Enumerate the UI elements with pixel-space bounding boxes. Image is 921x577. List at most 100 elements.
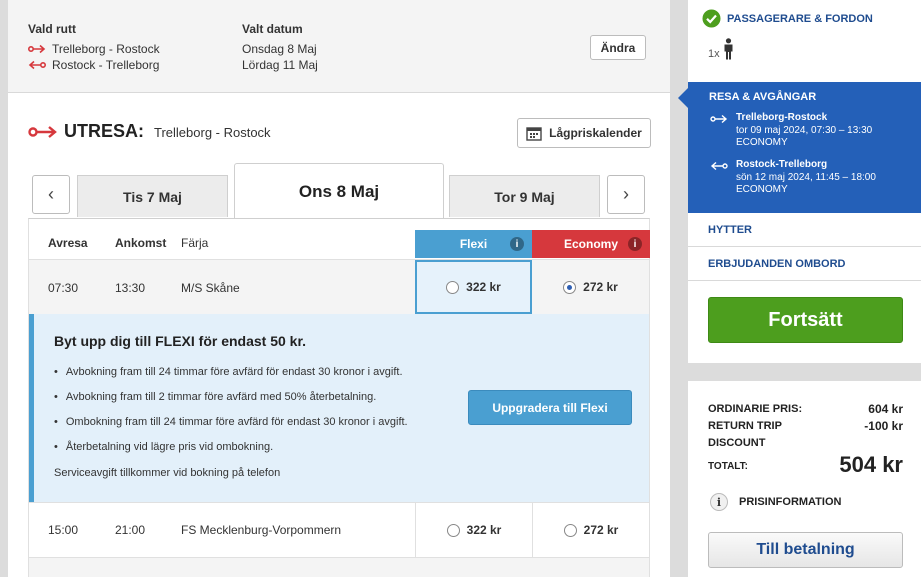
economy-price-option[interactable]: 272 kr [532, 503, 649, 557]
tab-active-day[interactable]: Ons 8 Maj [234, 163, 444, 219]
radio-icon[interactable] [446, 280, 460, 294]
flexi-upgrade-promo: Byt upp dig till FLEXI för endast 50 kr.… [29, 314, 649, 502]
promo-bullet: Avbokning fram till 2 timmar före avfärd… [54, 391, 376, 403]
radio-icon[interactable] [446, 523, 460, 537]
info-icon[interactable]: i [510, 237, 524, 251]
tab-prev-day[interactable]: Tis 7 Maj [77, 175, 228, 217]
total-label: TOTALT: [708, 461, 748, 472]
passenger-count: 1x [708, 38, 734, 60]
departures-table: Avresa Ankomst Färja Flexi i Economy i 0… [28, 218, 650, 577]
price-summary: ORDINARIE PRIS: 604 kr RETURN TRIP -100 … [688, 381, 921, 577]
return-arrow-icon [28, 60, 46, 70]
step-passengers[interactable]: PASSAGERARE & FORDON 1x [688, 9, 921, 69]
divider [688, 280, 921, 281]
low-price-calendar-button[interactable]: Lågpriskalender [517, 118, 651, 148]
selection-summary: Vald rutt Trelleborg - Rostock Rostock -… [8, 0, 670, 93]
chevron-right-icon: › [623, 184, 629, 204]
return-arrow-icon [710, 161, 728, 171]
next-day-button[interactable]: › [607, 175, 645, 214]
change-button[interactable]: Ändra [590, 35, 646, 60]
check-icon [702, 9, 721, 28]
ordinary-price-value: 604 kr [868, 402, 903, 416]
route-back-line: Rostock - Trelleborg [28, 58, 159, 72]
info-icon: i [710, 493, 728, 511]
step-trip-departures[interactable]: RESA & AVGÅNGAR Trelleborg-Rostock tor 0… [678, 82, 921, 213]
outbound-arrow-icon [28, 125, 57, 138]
table-row[interactable]: 07:30 13:30 M/S Skåne 322 kr 272 kr [29, 259, 649, 314]
date-out-text: Onsdag 8 Maj [242, 42, 317, 56]
flexi-price: 322 kr [466, 523, 502, 537]
passengers-heading: PASSAGERARE & FORDON [702, 9, 873, 28]
row-ferry: FS Mecklenburg-Vorpommern [181, 523, 342, 537]
header-ferry: Färja [181, 236, 209, 250]
leg-out-fare: ECONOMY [736, 137, 788, 148]
route-back-text: Rostock - Trelleborg [52, 58, 160, 72]
economy-price: 272 kr [583, 523, 619, 537]
continue-button[interactable]: Fortsätt [708, 297, 903, 343]
passengers-title: PASSAGERARE & FORDON [727, 12, 873, 25]
flexi-label: Flexi [459, 237, 488, 251]
row-depart: 15:00 [48, 523, 79, 537]
radio-icon[interactable] [563, 523, 577, 537]
divider [688, 246, 921, 247]
flexi-price-option[interactable]: 322 kr [415, 503, 532, 557]
date-back-text: Lördag 11 Maj [242, 58, 318, 72]
chevron-left-icon: ‹ [48, 184, 54, 204]
header-arrive: Ankomst [115, 236, 167, 250]
promo-bullet: Avbokning fram till 24 timmar före avfär… [54, 366, 403, 378]
flexi-price: 322 kr [466, 280, 501, 294]
header-depart: Avresa [48, 236, 88, 250]
price-info-link[interactable]: i PRISINFORMATION [710, 493, 841, 511]
row-depart: 07:30 [48, 281, 79, 295]
promo-title: Byt upp dig till FLEXI för endast 50 kr. [54, 333, 307, 349]
economy-price-option[interactable]: 272 kr [532, 260, 649, 314]
leg-back: Rostock-Trelleborg sön 12 maj 2024, 11:4… [710, 159, 876, 197]
tab-next-day[interactable]: Tor 9 Maj [449, 175, 600, 217]
prev-day-button[interactable]: ‹ [32, 175, 70, 214]
row-arrive: 21:00 [115, 523, 146, 537]
outbound-heading: UTRESA: Trelleborg - Rostock [28, 121, 271, 142]
outbound-arrow-icon [710, 114, 728, 124]
table-row[interactable]: 15:00 21:00 FS Mecklenburg-Vorpommern 32… [29, 502, 649, 557]
promo-bullet: Ombokning fram till 24 timmar före avfär… [54, 416, 408, 428]
header-flexi: Flexi i [415, 230, 532, 258]
row-arrive: 13:30 [115, 281, 146, 295]
step-onboard-offers[interactable]: ERBJUDANDEN OMBORD [708, 258, 846, 270]
leg-out-route: Trelleborg-Rostock [736, 112, 828, 123]
discount-label-line2: DISCOUNT [708, 437, 766, 449]
discount-value: -100 kr [864, 419, 903, 433]
discount-label-line1: RETURN TRIP [708, 420, 782, 432]
promo-note: Serviceavgift tillkommer vid bokning på … [54, 467, 281, 479]
ordinary-price-label: ORDINARIE PRIS: [708, 403, 803, 415]
economy-price: 272 kr [583, 280, 618, 294]
price-info-label: PRISINFORMATION [739, 496, 842, 508]
outbound-label: UTRESA: [64, 121, 144, 141]
leg-out: Trelleborg-Rostock tor 09 maj 2024, 07:3… [710, 112, 872, 150]
calendar-label: Lågpriskalender [549, 126, 642, 140]
upgrade-flexi-button[interactable]: Uppgradera till Flexi [468, 390, 632, 425]
info-icon[interactable]: i [628, 237, 642, 251]
outbound-route: Trelleborg - Rostock [154, 125, 271, 140]
route-out-text: Trelleborg - Rostock [52, 42, 160, 56]
booking-main-panel: Vald rutt Trelleborg - Rostock Rostock -… [8, 0, 670, 577]
flexi-price-option[interactable]: 322 kr [415, 260, 532, 314]
step-cabins[interactable]: HYTTER [708, 224, 752, 236]
row-ferry: M/S Skåne [181, 281, 240, 295]
total-value: 504 kr [839, 452, 903, 477]
trip-title: RESA & AVGÅNGAR [709, 91, 817, 103]
radio-checked-icon[interactable] [563, 280, 577, 294]
person-icon [724, 38, 733, 60]
route-summary-title: Vald rutt [28, 22, 77, 36]
route-out-line: Trelleborg - Rostock [28, 42, 160, 56]
economy-label: Economy [563, 237, 618, 251]
leg-back-time: sön 12 maj 2024, 11:45 – 18:00 [736, 171, 876, 183]
date-summary-title: Valt datum [242, 22, 303, 36]
booking-steps-sidebar: PASSAGERARE & FORDON 1x RESA & AVGÅNGAR … [678, 0, 921, 363]
leg-out-time: tor 09 maj 2024, 07:30 – 13:30 [736, 124, 873, 136]
outbound-arrow-icon [28, 44, 46, 54]
header-economy: Economy i [532, 230, 650, 258]
leg-back-route: Rostock-Trelleborg [736, 159, 828, 170]
to-payment-button[interactable]: Till betalning [708, 532, 903, 568]
passenger-count-text: 1x [708, 48, 720, 60]
calendar-icon [526, 126, 542, 141]
